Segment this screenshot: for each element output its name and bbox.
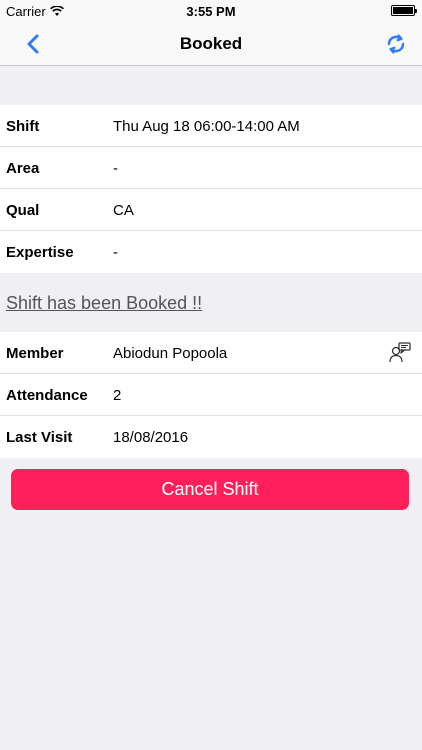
area-value: -	[113, 160, 118, 177]
attendance-value: 2	[113, 387, 122, 404]
shift-label: Shift	[6, 118, 40, 135]
member-label: Member	[6, 345, 64, 362]
expertise-label: Expertise	[6, 244, 74, 261]
contact-member-icon[interactable]	[388, 341, 412, 365]
attendance-row: Attendance 2	[0, 374, 422, 416]
shift-details-group: Shift Thu Aug 18 06:00-14:00 AM Area - Q…	[0, 105, 422, 273]
shift-row: Shift Thu Aug 18 06:00-14:00 AM	[0, 105, 422, 147]
area-label: Area	[6, 160, 40, 177]
area-row: Area -	[0, 147, 422, 189]
member-row: Member Abiodun Popoola	[0, 332, 422, 374]
last-visit-value: 18/08/2016	[113, 429, 189, 446]
expertise-value: -	[113, 244, 118, 261]
expertise-row: Expertise -	[0, 231, 422, 273]
page-title: Booked	[179, 34, 243, 53]
shift-value: Thu Aug 18 06:00-14:00 AM	[113, 118, 300, 135]
qual-row: Qual CA	[0, 189, 422, 231]
battery-icon	[391, 5, 417, 16]
status-time: 3:55 PM	[186, 4, 236, 19]
qual-value: CA	[113, 202, 134, 219]
status-bar: Carrier 3:55 PM	[0, 0, 422, 22]
attendance-label: Attendance	[6, 387, 88, 404]
last-visit-label: Last Visit	[6, 429, 73, 446]
booked-message: Shift has been Booked !!	[6, 293, 203, 313]
member-value: Abiodun Popoola	[113, 345, 228, 362]
member-details-group: Member Abiodun Popoola Attendance 2 Last…	[0, 332, 422, 458]
last-visit-row: Last Visit 18/08/2016	[0, 416, 422, 458]
navigation-bar: Booked	[0, 22, 422, 66]
refresh-icon[interactable]	[384, 32, 408, 56]
qual-label: Qual	[6, 202, 40, 219]
cancel-shift-button[interactable]: Cancel Shift	[11, 469, 409, 510]
